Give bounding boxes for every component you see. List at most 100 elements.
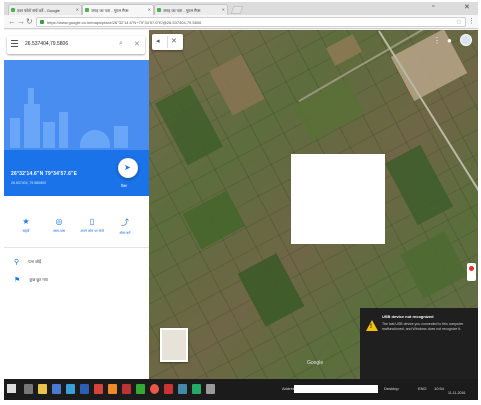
nearby-label: आस-पास	[52, 229, 66, 233]
new-tab-button[interactable]	[230, 6, 244, 14]
directions-label: दिशा	[121, 184, 128, 188]
place-panel: 26.537404,79.5806 ⌕ ✕ 26°32'14.6"N 79°34…	[4, 30, 149, 379]
app-icon[interactable]	[94, 384, 103, 394]
field-patch	[182, 190, 246, 250]
browser-window: ज्ञात फोटो सर्च करें - Google ✕ जगह का प…	[4, 2, 478, 400]
flag-icon: ⚑	[14, 277, 21, 284]
vlc-icon[interactable]	[108, 384, 117, 394]
nearby-icon: ◎	[55, 217, 63, 226]
tab-2[interactable]: जगह का पता - गूगल मैप्स ✕	[82, 4, 154, 15]
favicon-icon	[85, 8, 89, 12]
nearby-button[interactable]: ◎ आस-पास	[44, 217, 74, 234]
close-icon[interactable]: ✕	[464, 3, 470, 11]
share-button[interactable]: ⤴ शेयर करें	[110, 217, 140, 236]
warning-mark: !	[370, 324, 372, 330]
windows-taskbar: Address Desktop ENG 10:54 11-11-2016	[4, 379, 478, 400]
divider	[167, 36, 168, 48]
bookmark-icon: ★	[22, 217, 30, 226]
field-patch	[209, 54, 265, 116]
missing-place-row[interactable]: ⚑ कुछ छूट गया	[14, 276, 48, 284]
place-subtitle: 26.537404, 79.580600	[11, 181, 47, 185]
explorer-icon[interactable]	[38, 384, 47, 394]
directions-icon: ➤	[124, 163, 131, 172]
skyline-building	[43, 122, 55, 148]
tab-2-label: जगह का पता - गूगल मैप्स	[91, 8, 129, 13]
tab-strip: ज्ञात फोटो सर्च करें - Google ✕ जगह का प…	[4, 2, 478, 15]
notifications-icon[interactable]: ●	[447, 36, 452, 45]
notification-title: USB device not recognized	[382, 314, 434, 319]
satellite-map[interactable]: ◂ ✕ ⋮ ● Google ! USB device not recogniz…	[149, 30, 478, 379]
pegman-icon[interactable]	[467, 263, 476, 281]
skyline-tower	[28, 88, 34, 148]
taskview-icon[interactable]	[24, 384, 33, 394]
lock-icon	[40, 20, 44, 24]
forward-icon[interactable]: →	[17, 17, 25, 26]
field-patch	[400, 231, 468, 299]
app-icon[interactable]	[164, 384, 173, 394]
tab-1-label: ज्ञात फोटो सर्च करें - Google	[17, 8, 60, 13]
field-patch	[384, 144, 454, 226]
arrow-icon[interactable]: ◂	[156, 37, 160, 45]
map-control[interactable]: ◂ ✕	[152, 34, 183, 50]
directions-button[interactable]: ➤	[118, 158, 138, 178]
missing-place-text: कुछ छूट गया	[29, 277, 48, 283]
word-icon[interactable]	[80, 384, 89, 394]
search-icon[interactable]: ⌕	[119, 40, 123, 48]
pegman-head	[469, 266, 474, 271]
save-label: सहेजें	[22, 229, 30, 233]
save-button[interactable]: ★ सहेजें	[11, 217, 41, 234]
search-input[interactable]: 26.537404,79.5806	[25, 41, 68, 47]
chrome-icon[interactable]	[150, 384, 159, 394]
add-address-row[interactable]: ⚲ पता जोड़ें	[14, 258, 41, 266]
address-bar[interactable]: https://www.google.co.in/maps/place/26°3…	[36, 17, 466, 27]
search-box[interactable]: 26.537404,79.5806 ⌕ ✕	[7, 36, 145, 54]
star-icon[interactable]: ☆	[456, 18, 462, 26]
place-actions: ★ सहेजें ◎ आस-पास ▯ अपने फ़ोन पर भेजें ⤴…	[4, 214, 149, 248]
place-title: 26°32'14.6"N 79°34'57.6"E	[11, 171, 78, 177]
skyline-building	[114, 126, 128, 148]
app-icon[interactable]	[52, 384, 61, 394]
tab-3-label: जगह का पता - गूगल मैप्स	[163, 8, 201, 13]
field-patch	[326, 34, 362, 66]
tab-3[interactable]: जगह का पता - गूगल मैप्स ✕	[154, 4, 228, 15]
blank-overlay	[291, 154, 385, 244]
clock-time[interactable]: 10:54	[434, 386, 444, 391]
share-label: शेयर करें	[119, 231, 131, 235]
phone-icon: ▯	[89, 217, 95, 226]
hamburger-icon[interactable]	[11, 40, 18, 48]
reload-icon[interactable]: ↻	[26, 17, 33, 26]
back-icon[interactable]: ←	[8, 17, 16, 26]
send-to-phone-button[interactable]: ▯ अपने फ़ोन पर भेजें	[77, 217, 107, 234]
language-indicator[interactable]: ENG	[418, 386, 427, 391]
close-icon[interactable]: ✕	[134, 40, 140, 48]
warning-icon	[366, 320, 378, 331]
url-text: https://www.google.co.in/maps/place/26°3…	[47, 20, 202, 25]
app-icon[interactable]	[66, 384, 75, 394]
field-patch	[237, 253, 305, 327]
google-logo: Google	[307, 360, 324, 366]
avatar[interactable]	[460, 34, 472, 46]
close-icon[interactable]: ✕	[171, 37, 177, 45]
app-icon[interactable]	[136, 384, 145, 394]
desktop-label[interactable]: Desktop	[384, 386, 399, 391]
pin-icon: ⚲	[14, 259, 20, 266]
field-patch	[293, 78, 365, 142]
tab-1[interactable]: ज्ञात फोटो सर्च करें - Google ✕	[8, 4, 82, 15]
share-icon: ⤴	[121, 218, 129, 227]
start-icon[interactable]	[7, 384, 16, 393]
app-icon[interactable]	[122, 384, 131, 394]
tab-close-icon[interactable]: ✕	[76, 7, 79, 12]
apps-icon[interactable]: ⋮	[433, 36, 441, 45]
usb-notification[interactable]: ! USB device not recognized The last USB…	[360, 308, 478, 379]
address-input[interactable]	[294, 385, 378, 393]
tab-close-icon[interactable]: ✕	[222, 7, 225, 12]
layer-thumbnail[interactable]	[160, 328, 188, 362]
menu-icon[interactable]: ⋮	[468, 17, 475, 25]
app-icon[interactable]	[206, 384, 215, 394]
tab-close-icon[interactable]: ✕	[148, 7, 151, 12]
minimize-icon[interactable]: ▫	[432, 3, 434, 10]
app-icon[interactable]	[192, 384, 201, 394]
clock-date[interactable]: 11-11-2016	[448, 391, 465, 395]
favicon-icon	[157, 8, 161, 12]
app-icon[interactable]	[178, 384, 187, 394]
